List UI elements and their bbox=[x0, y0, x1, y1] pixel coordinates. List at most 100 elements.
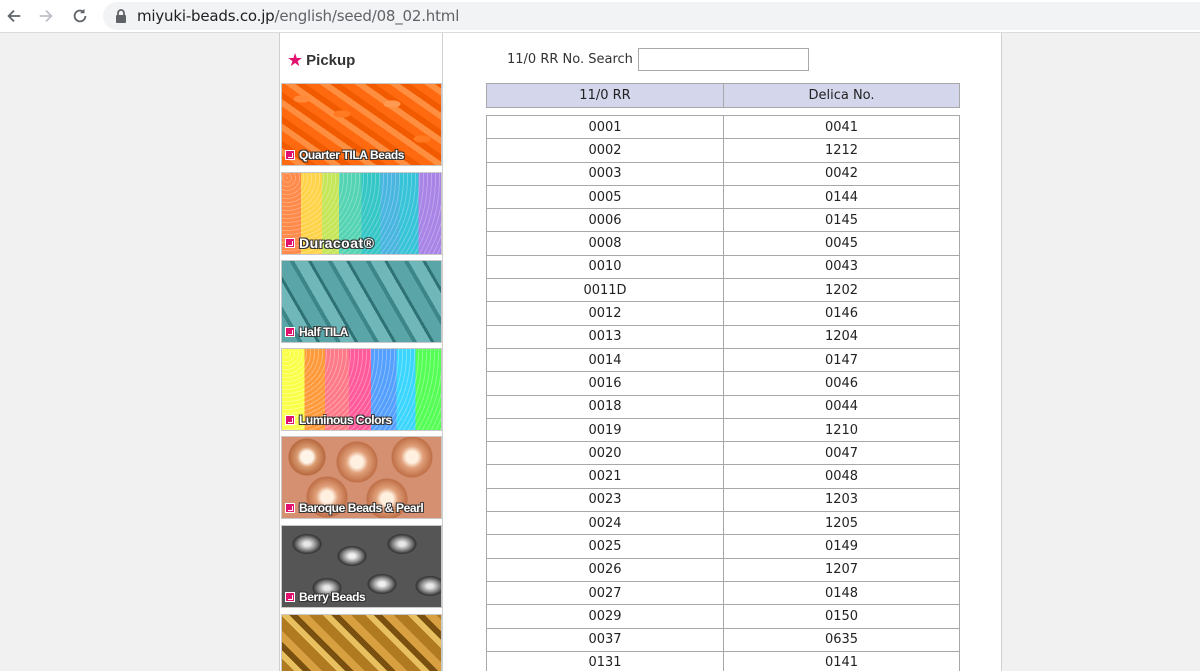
banner-label: Baroque Beads & Pearl bbox=[299, 501, 424, 515]
table-row: 0001 0041 bbox=[486, 114, 960, 140]
banner-label: Duracoat® bbox=[299, 235, 375, 251]
rr-number-cell: 0029 bbox=[486, 604, 724, 629]
table-row: 0027 0148 bbox=[486, 580, 960, 606]
reload-button[interactable] bbox=[69, 5, 91, 27]
banner-half-tila[interactable]: Half TILA bbox=[281, 260, 442, 343]
table-row: 0037 0635 bbox=[486, 627, 960, 652]
rr-number-cell: 0020 bbox=[486, 441, 724, 466]
table-row: 0018 0044 bbox=[486, 394, 960, 419]
forward-button[interactable] bbox=[35, 5, 57, 27]
delica-number-cell: 0043 bbox=[723, 254, 960, 280]
table-row: 0008 0045 bbox=[486, 231, 960, 256]
rr-number-cell: 0019 bbox=[486, 417, 724, 443]
banner-quarter-tila[interactable]: Quarter TILA Beads bbox=[281, 83, 442, 166]
url-path: /english/seed/08_02.html bbox=[274, 7, 460, 25]
delica-number-cell: 0149 bbox=[723, 534, 960, 559]
table-row: 0023 1203 bbox=[486, 487, 960, 513]
table-row: 0003 0042 bbox=[486, 161, 960, 186]
delica-number-cell: 0047 bbox=[723, 441, 960, 466]
table-row: 0024 1205 bbox=[486, 511, 960, 536]
rr-number-cell: 0003 bbox=[486, 161, 724, 186]
banner-label: Half TILA bbox=[299, 325, 349, 339]
delica-number-cell: 0148 bbox=[723, 580, 960, 606]
delica-number-cell: 0045 bbox=[723, 231, 960, 256]
rr-number-cell: 0011D bbox=[486, 278, 724, 303]
table-header: 11/0 RR Delica No. bbox=[486, 83, 960, 108]
banner-luminous-colors[interactable]: Luminous Colors bbox=[281, 348, 442, 431]
arrow-tag-icon bbox=[285, 415, 295, 425]
table-row: 0025 0149 bbox=[486, 534, 960, 559]
table-row: 0010 0043 bbox=[486, 254, 960, 280]
delica-number-cell: 0048 bbox=[723, 464, 960, 489]
back-button[interactable] bbox=[3, 5, 25, 27]
delica-number-cell: 0150 bbox=[723, 604, 960, 629]
banner-baroque-beads-pearl[interactable]: Baroque Beads & Pearl bbox=[281, 436, 442, 519]
delica-number-cell: 1203 bbox=[723, 487, 960, 513]
banner-gold-beads[interactable] bbox=[281, 614, 442, 671]
delica-number-cell: 1210 bbox=[723, 417, 960, 443]
lock-icon bbox=[116, 9, 126, 23]
search-label: 11/0 RR No. Search bbox=[507, 52, 633, 67]
table-row: 0019 1210 bbox=[486, 417, 960, 443]
rr-number-cell: 0008 bbox=[486, 231, 724, 256]
address-bar[interactable]: miyuki-beads.co.jp/english/seed/08_02.ht… bbox=[103, 2, 1200, 30]
rr-number-cell: 0006 bbox=[486, 208, 724, 233]
arrow-tag-icon bbox=[285, 150, 295, 160]
delica-number-cell: 0044 bbox=[723, 394, 960, 419]
table-row: 0013 1204 bbox=[486, 324, 960, 349]
table-row: 0020 0047 bbox=[486, 441, 960, 466]
rr-number-cell: 0037 bbox=[486, 627, 724, 652]
column-header-rr: 11/0 RR bbox=[486, 83, 724, 108]
forward-arrow-icon bbox=[39, 9, 53, 23]
rr-number-cell: 0018 bbox=[486, 394, 724, 419]
browser-toolbar: miyuki-beads.co.jp/english/seed/08_02.ht… bbox=[0, 0, 1200, 33]
banner-label: Luminous Colors bbox=[299, 413, 392, 427]
delica-number-cell: 1212 bbox=[723, 138, 960, 163]
back-arrow-icon bbox=[7, 9, 21, 23]
table-row: 0016 0046 bbox=[486, 371, 960, 396]
table-row: 0131 0141 bbox=[486, 650, 960, 671]
delica-number-cell: 0141 bbox=[723, 650, 960, 671]
rr-number-cell: 0012 bbox=[486, 301, 724, 326]
search-row: 11/0 RR No. Search bbox=[507, 48, 809, 71]
rr-number-cell: 0014 bbox=[486, 347, 724, 373]
delica-number-cell: 0147 bbox=[723, 347, 960, 373]
delica-number-cell: 0144 bbox=[723, 184, 960, 210]
rr-number-cell: 0001 bbox=[486, 114, 724, 140]
url-host: miyuki-beads.co.jp bbox=[137, 7, 275, 25]
table-row: 0029 0150 bbox=[486, 604, 960, 629]
table-row: 0012 0146 bbox=[486, 301, 960, 326]
banner-duracoat[interactable]: Duracoat® bbox=[281, 172, 442, 255]
banner-berry-beads[interactable]: Berry Beads bbox=[281, 525, 442, 608]
delica-number-cell: 0046 bbox=[723, 371, 960, 396]
table-row: 0011D 1202 bbox=[486, 278, 960, 303]
rr-number-cell: 0027 bbox=[486, 580, 724, 606]
table-row: 0026 1207 bbox=[486, 557, 960, 582]
star-icon: ★ bbox=[287, 50, 304, 70]
cross-reference-table: 0001 0041 0002 1212 0003 0042 0005 0144 0006 0145… bbox=[486, 114, 960, 671]
pickup-label: Pickup bbox=[306, 52, 356, 69]
url-text: miyuki-beads.co.jp/english/seed/08_02.ht… bbox=[137, 7, 459, 25]
arrow-tag-icon bbox=[285, 238, 295, 248]
banner-label: Quarter TILA Beads bbox=[299, 148, 405, 162]
table-row: 0006 0145 bbox=[486, 208, 960, 233]
banner-label: Berry Beads bbox=[299, 590, 366, 604]
rr-number-cell: 0002 bbox=[486, 138, 724, 163]
rr-number-cell: 0023 bbox=[486, 487, 724, 513]
table-row: 0014 0147 bbox=[486, 347, 960, 373]
reload-icon bbox=[73, 8, 87, 23]
rr-number-cell: 0131 bbox=[486, 650, 724, 671]
table-row: 0021 0048 bbox=[486, 464, 960, 489]
delica-number-cell: 0635 bbox=[723, 627, 960, 652]
delica-number-cell: 0042 bbox=[723, 161, 960, 186]
delica-number-cell: 0146 bbox=[723, 301, 960, 326]
delica-number-cell: 0145 bbox=[723, 208, 960, 233]
arrow-tag-icon bbox=[285, 592, 295, 602]
search-input[interactable] bbox=[637, 48, 809, 71]
pickup-heading: ★ Pickup bbox=[287, 50, 355, 71]
page-content: ★ Pickup Quarter TILA Beads Duracoat® Ha… bbox=[279, 33, 1002, 671]
arrow-tag-icon bbox=[285, 503, 295, 513]
column-header-delica: Delica No. bbox=[723, 83, 960, 108]
delica-number-cell: 1202 bbox=[723, 278, 960, 303]
rr-number-cell: 0026 bbox=[486, 557, 724, 582]
